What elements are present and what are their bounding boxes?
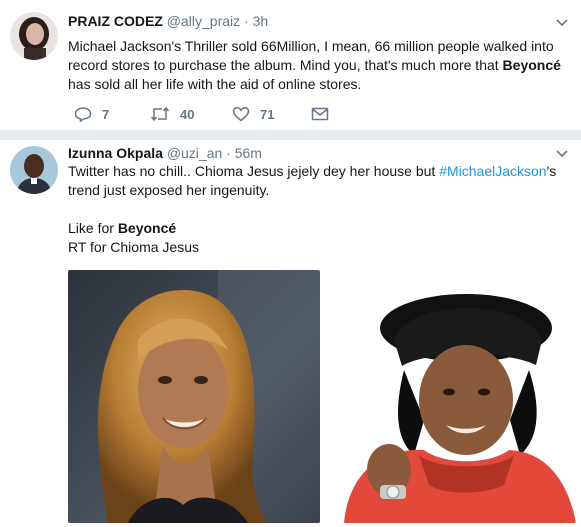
hashtag-link[interactable]: #MichaelJackson	[439, 163, 546, 179]
user-handle[interactable]: @uzi_an	[167, 145, 222, 161]
timestamp[interactable]: 3h	[253, 13, 269, 29]
retweet-button[interactable]: 40	[150, 104, 194, 124]
tweet-izunna-okpala[interactable]: Izunna Okpala @uzi_an · 56m Twitter has …	[0, 140, 581, 527]
like-button[interactable]: 71	[232, 104, 274, 124]
reply-button[interactable]: 7	[74, 104, 109, 124]
bold-text: Beyoncé	[502, 57, 561, 73]
separator: ·	[226, 145, 231, 161]
tweet-divider	[0, 130, 581, 140]
tweet-text-segment: Like for	[68, 220, 118, 236]
display-name[interactable]: Izunna Okpala	[68, 145, 163, 161]
tweet-photo[interactable]	[68, 270, 320, 523]
tweet-text-line: RT for Chioma Jesus	[68, 239, 199, 255]
tweet-praiz-codez[interactable]: PRAIZ CODEZ @ally_praiz · 3h Michael Jac…	[0, 0, 581, 130]
user-handle[interactable]: @ally_praiz	[167, 13, 240, 29]
heart-icon	[232, 106, 250, 122]
bold-text: Beyoncé	[117, 220, 177, 236]
retweet-icon	[150, 106, 170, 122]
reply-count: 7	[102, 106, 110, 122]
tweet-text-line: record stores to purchase the album. Min…	[68, 56, 568, 75]
timestamp[interactable]: 56m	[235, 145, 262, 161]
tweet-text-segment: 's	[546, 163, 557, 179]
separator: ·	[244, 13, 249, 29]
envelope-icon	[311, 107, 329, 121]
tweet-text-segment: Twitter has no chill.. Chioma Jesus jeje…	[68, 163, 440, 179]
tweet-header: Izunna Okpala @uzi_an · 56m	[68, 145, 262, 161]
tweet-text-line: trend just exposed her ingenuity.	[68, 182, 270, 198]
tweet-text-line: Twitter has no chill.. Chioma Jesus jeje…	[68, 162, 568, 181]
tweet-photo[interactable]	[324, 270, 576, 523]
tweet-text-line: Michael Jackson's Thriller sold 66Millio…	[68, 38, 554, 54]
like-count: 71	[260, 106, 275, 122]
chevron-down-icon[interactable]	[555, 16, 569, 30]
reply-icon	[74, 107, 92, 122]
direct-message-button[interactable]	[311, 104, 329, 124]
tweet-text: Michael Jackson's Thriller sold 66Millio…	[68, 37, 568, 94]
retweet-count: 40	[180, 106, 195, 122]
tweet-text-line: has sold all her life with the aid of on…	[68, 76, 362, 92]
tweet-header: PRAIZ CODEZ @ally_praiz · 3h	[68, 13, 268, 29]
tweet-text: Twitter has no chill.. Chioma Jesus jeje…	[68, 162, 568, 257]
tweet-text-segment: record stores to purchase the album. Min…	[68, 57, 503, 73]
avatar[interactable]	[10, 146, 58, 194]
display-name[interactable]: PRAIZ CODEZ	[68, 13, 163, 29]
chevron-down-icon[interactable]	[555, 147, 569, 161]
tweet-text-line: Like for Beyoncé	[68, 219, 568, 238]
avatar[interactable]	[10, 12, 58, 60]
